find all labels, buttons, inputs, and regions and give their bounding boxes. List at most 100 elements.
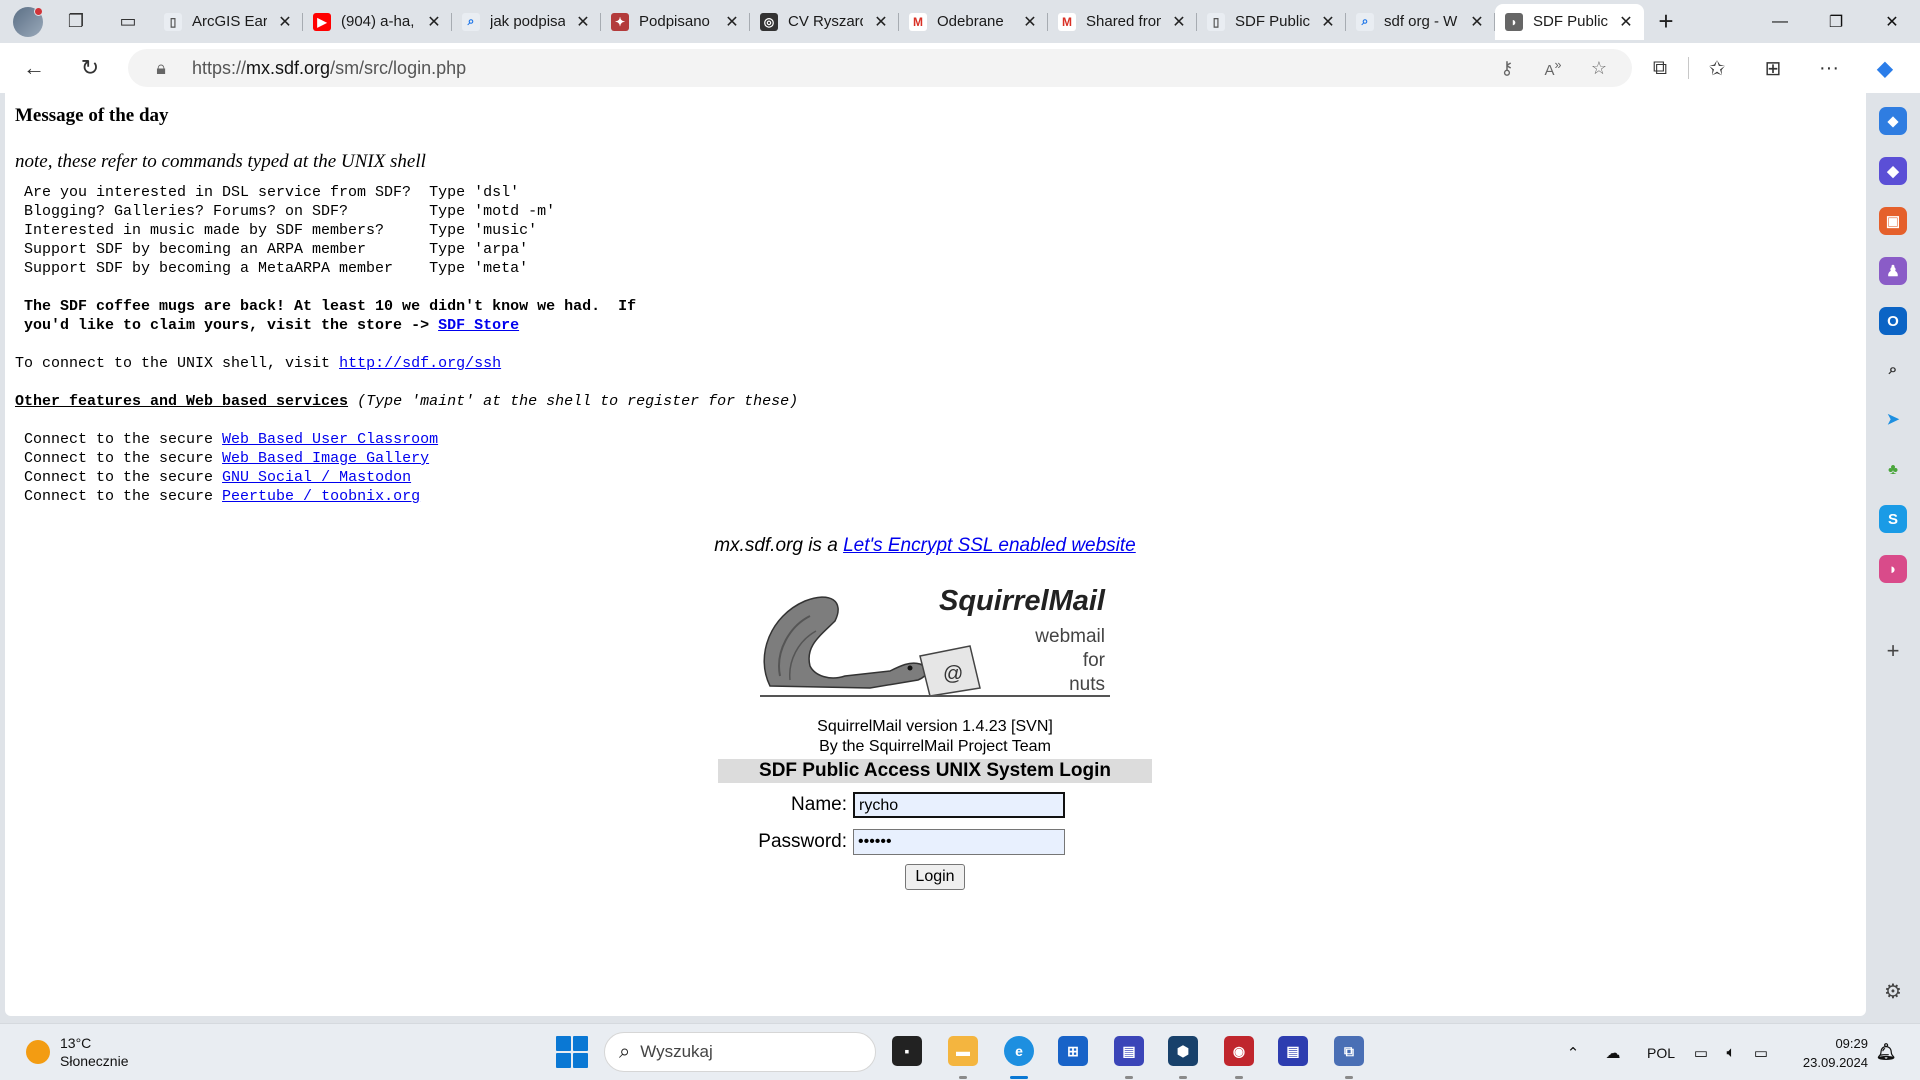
close-tab-icon[interactable]: ✕ bbox=[1618, 12, 1634, 32]
ssh-link[interactable]: http://sdf.org/ssh bbox=[339, 355, 501, 372]
copilot-sidebar-icon[interactable]: ◆ bbox=[1879, 157, 1907, 185]
file-explorer-icon[interactable]: ▬ bbox=[948, 1036, 978, 1066]
password-input[interactable]: •••••• bbox=[853, 828, 1065, 855]
battery-icon[interactable]: ▭ bbox=[1746, 1044, 1776, 1062]
media-app-icon[interactable]: ◉ bbox=[1224, 1036, 1254, 1066]
tag-icon[interactable]: ⬥ bbox=[1879, 107, 1907, 135]
vertical-tabs-icon[interactable]: ▭ bbox=[102, 4, 154, 40]
chevron-up-icon[interactable]: ⌃ bbox=[1556, 1044, 1590, 1062]
edge-icon[interactable]: e bbox=[1004, 1036, 1034, 1066]
favorites-icon[interactable]: ✩ bbox=[1689, 48, 1745, 88]
browser-tab[interactable]: ◎ CV Ryszard ✕ bbox=[750, 4, 899, 40]
classroom-link[interactable]: Web Based User Classroom bbox=[222, 431, 438, 448]
network-icon[interactable]: ▭ bbox=[1686, 1044, 1716, 1062]
toolbox-icon[interactable]: ▣ bbox=[1879, 207, 1907, 235]
network-app-icon[interactable]: ⧉ bbox=[1334, 1036, 1364, 1066]
browser-tab[interactable]: ⌕ sdf org - W ✕ bbox=[1346, 4, 1495, 40]
browser-tab[interactable]: ✦ Podpisano ✕ bbox=[601, 4, 750, 40]
name-row: Name: rycho bbox=[718, 789, 1152, 820]
store-icon[interactable]: ⊞ bbox=[1058, 1036, 1088, 1066]
read-aloud-icon[interactable]: A» bbox=[1538, 58, 1568, 79]
running-indicator bbox=[1345, 1076, 1353, 1079]
notification-bell-icon[interactable]: 🔔︎ bbox=[1874, 1040, 1898, 1064]
language-indicator[interactable]: POL bbox=[1636, 1045, 1686, 1061]
close-tab-icon[interactable]: ✕ bbox=[277, 12, 293, 32]
add-sidebar-icon[interactable]: + bbox=[1879, 637, 1907, 665]
browser-tab[interactable]: ▯ SDF Public ✕ bbox=[1197, 4, 1346, 40]
close-tab-icon[interactable]: ✕ bbox=[1320, 12, 1336, 32]
games-icon[interactable]: ♟ bbox=[1879, 257, 1907, 285]
search-icon: ⌕ bbox=[462, 12, 480, 31]
browser-tab[interactable]: ▶ (904) a-ha, ... ✕ bbox=[303, 4, 452, 40]
gnu-social-link[interactable]: GNU Social / Mastodon bbox=[222, 469, 411, 486]
browser-tab[interactable]: ⌕ jak podpisać ✕ bbox=[452, 4, 601, 40]
clock[interactable]: 09:29 23.09.2024 bbox=[1803, 1034, 1868, 1072]
search-sidebar-icon[interactable]: ⌕ bbox=[1879, 355, 1907, 383]
name-input[interactable]: rycho bbox=[853, 791, 1065, 818]
floppy-icon[interactable]: ▤ bbox=[1278, 1036, 1308, 1066]
profile-button[interactable] bbox=[6, 4, 50, 40]
close-tab-icon[interactable]: ✕ bbox=[426, 12, 442, 32]
browser-tab[interactable]: ▯ ArcGIS Earth ✕ bbox=[154, 4, 303, 40]
close-tab-icon[interactable]: ✕ bbox=[873, 12, 889, 32]
send-icon[interactable]: ➤ bbox=[1879, 405, 1907, 433]
url-text[interactable]: https://mx.sdf.org/sm/src/login.php bbox=[192, 58, 1476, 79]
lets-encrypt-link[interactable]: Let's Encrypt SSL enabled website bbox=[843, 535, 1136, 556]
active-indicator bbox=[1010, 1076, 1028, 1079]
key-icon[interactable]: ⚷ bbox=[1492, 58, 1522, 79]
command-hint: Type 'dsl' bbox=[429, 184, 520, 201]
collections-icon[interactable]: ⊞ bbox=[1745, 48, 1801, 88]
youtube-icon: ▶ bbox=[313, 12, 331, 31]
onedrive-icon[interactable]: ☁ bbox=[1590, 1044, 1636, 1062]
browser-tab[interactable]: M Shared from ✕ bbox=[1048, 4, 1197, 40]
gmail-icon: M bbox=[1058, 12, 1076, 31]
close-window-button[interactable]: ✕ bbox=[1864, 0, 1920, 43]
login-button[interactable]: Login bbox=[905, 864, 965, 890]
browser-tab[interactable]: ◗ SDF Public ✕ bbox=[1495, 3, 1644, 40]
start-button[interactable] bbox=[556, 1036, 588, 1068]
settings-gear-icon[interactable]: ⚙ bbox=[1879, 977, 1907, 1005]
peertube-link[interactable]: Peertube / toobnix.org bbox=[222, 488, 420, 505]
sdf-store-link[interactable]: SDF Store bbox=[438, 317, 519, 334]
skype-icon[interactable]: S bbox=[1879, 505, 1907, 533]
extensions-icon[interactable]: ⧉ bbox=[1632, 48, 1688, 88]
back-button[interactable]: ← bbox=[6, 48, 62, 88]
command-hint: Type 'meta' bbox=[429, 260, 529, 277]
service-prefix: Connect to the secure bbox=[24, 469, 223, 486]
browser-tab[interactable]: M Odebrane ✕ bbox=[899, 4, 1048, 40]
weather-widget[interactable]: 13°C Słonecznie bbox=[26, 1034, 129, 1070]
new-tab-button[interactable]: + bbox=[1644, 4, 1688, 40]
minimize-button[interactable]: — bbox=[1752, 0, 1808, 43]
version-info: SquirrelMail version 1.4.23 [SVN] By the… bbox=[5, 717, 1865, 757]
tree-icon[interactable]: ♣ bbox=[1879, 455, 1907, 483]
designer-icon[interactable]: ◗ bbox=[1879, 555, 1907, 583]
save-disk-icon[interactable]: ▤ bbox=[1114, 1036, 1144, 1066]
close-tab-icon[interactable]: ✕ bbox=[724, 12, 740, 32]
motd-note: note, these refer to commands typed at t… bbox=[15, 151, 426, 172]
restore-button[interactable]: ❐ bbox=[1808, 0, 1864, 43]
tab-title: (904) a-ha, ... bbox=[341, 13, 416, 30]
task-view-icon[interactable]: ▪ bbox=[892, 1036, 922, 1066]
refresh-button[interactable]: ↻ bbox=[62, 48, 118, 88]
logo-tagline-1: webmail bbox=[1034, 626, 1105, 647]
lock-icon[interactable]: 🔒︎ bbox=[146, 58, 176, 79]
close-tab-icon[interactable]: ✕ bbox=[1171, 12, 1187, 32]
close-tab-icon[interactable]: ✕ bbox=[575, 12, 591, 32]
copilot-icon[interactable]: ◆ bbox=[1857, 48, 1913, 88]
image-gallery-link[interactable]: Web Based Image Gallery bbox=[222, 450, 429, 467]
url-host: mx.sdf.org bbox=[246, 57, 331, 78]
tab-list: ▯ ArcGIS Earth ✕ ▶ (904) a-ha, ... ✕ ⌕ jak podp… bbox=[154, 3, 1644, 40]
favorite-star-icon[interactable]: ☆ bbox=[1584, 58, 1614, 79]
outlook-icon[interactable]: O bbox=[1879, 307, 1907, 335]
address-bar[interactable]: 🔒︎ https://mx.sdf.org/sm/src/login.php ⚷… bbox=[128, 49, 1632, 87]
workspaces-icon[interactable]: ❐ bbox=[50, 4, 102, 40]
close-tab-icon[interactable]: ✕ bbox=[1022, 12, 1038, 32]
taskbar-search[interactable]: ⌕ Wyszukaj bbox=[604, 1032, 876, 1072]
command-hint: Type 'motd -m' bbox=[429, 203, 556, 220]
more-menu-icon[interactable]: ··· bbox=[1801, 48, 1857, 88]
virtualbox-icon[interactable]: ⬢ bbox=[1168, 1036, 1198, 1066]
command-question: Blogging? Galleries? Forums? on SDF? bbox=[24, 203, 349, 220]
volume-icon[interactable]: 🔈︎ bbox=[1716, 1044, 1746, 1061]
emblem-icon: ✦ bbox=[611, 12, 629, 31]
close-tab-icon[interactable]: ✕ bbox=[1469, 12, 1485, 32]
